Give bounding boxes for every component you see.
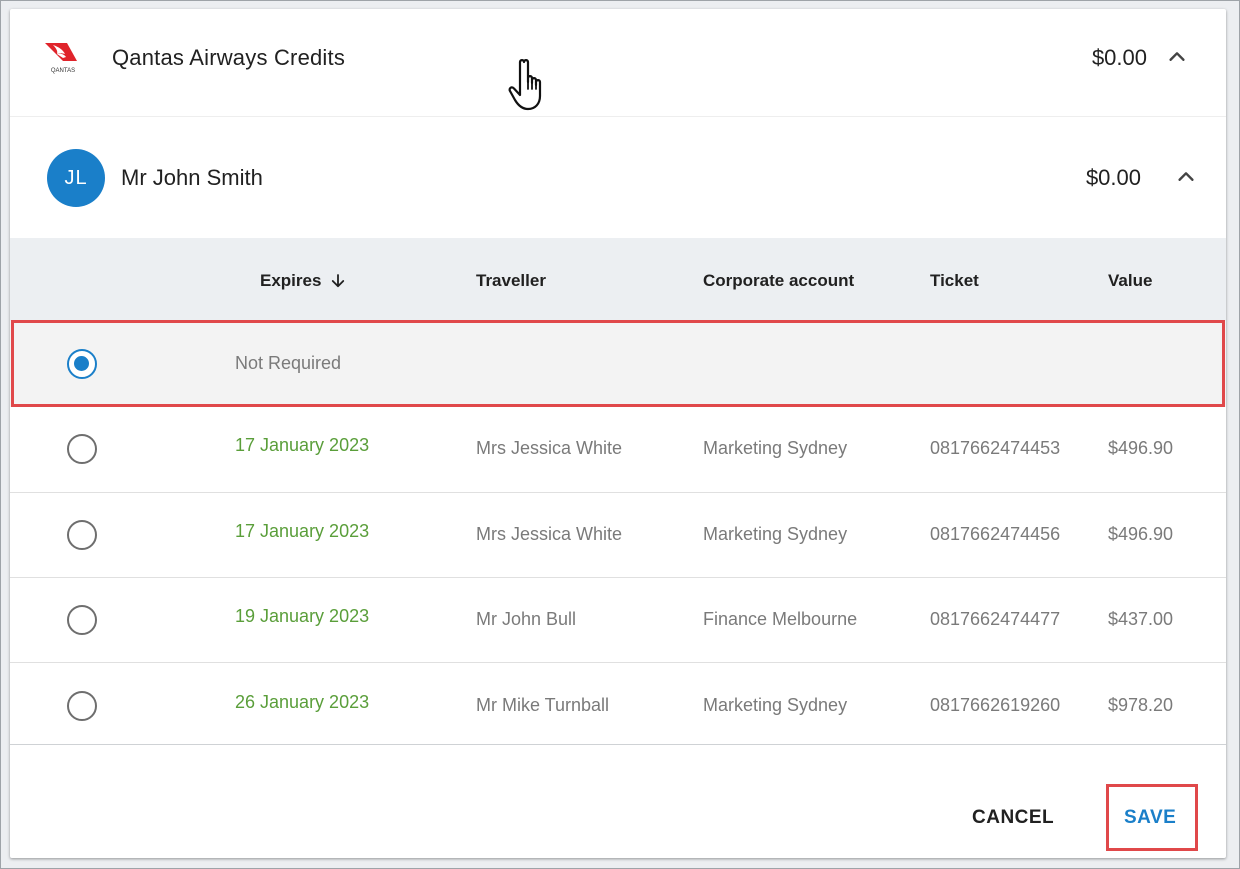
row-radio[interactable] xyxy=(67,691,97,721)
qantas-logo-icon: QANTAS xyxy=(43,41,83,75)
traveller-amount: $0.00 xyxy=(1085,165,1141,190)
save-button[interactable]: SAVE xyxy=(1124,807,1176,829)
cell-corporate-account: Marketing Sydney xyxy=(703,524,848,544)
traveller-header[interactable]: JL Mr John Smith $0.00 xyxy=(10,117,1226,238)
column-header-expires[interactable]: Expires xyxy=(260,271,347,291)
cell-ticket: 0817662474456 xyxy=(930,524,1061,544)
cell-expires: 26 January 2023 xyxy=(235,692,370,712)
avatar: JL xyxy=(47,149,105,207)
cancel-button[interactable]: CANCEL xyxy=(972,807,1054,829)
cell-corporate-account: Marketing Sydney xyxy=(703,438,848,458)
radio-not-required[interactable] xyxy=(67,349,97,379)
cell-ticket: 0817662474477 xyxy=(930,609,1061,629)
column-header-traveller: Traveller xyxy=(476,271,546,290)
cell-expires: 17 January 2023 xyxy=(235,521,370,541)
cell-expires: 19 January 2023 xyxy=(235,606,370,626)
table-row[interactable]: 17 January 2023 Mrs Jessica White Market… xyxy=(10,407,1226,493)
column-header-expires-label: Expires xyxy=(260,271,322,290)
cell-value: $496.90 xyxy=(1108,438,1174,458)
cell-value: $437.00 xyxy=(1108,609,1174,629)
column-header-value: Value xyxy=(1108,271,1153,290)
svg-text:QANTAS: QANTAS xyxy=(51,68,75,74)
table-row-not-required[interactable]: Not Required xyxy=(10,321,1226,407)
provider-title: Qantas Airways Credits xyxy=(112,45,346,70)
cell-traveller: Mrs Jessica White xyxy=(476,524,623,544)
table-row[interactable]: 19 January 2023 Mr John Bull Finance Mel… xyxy=(10,578,1226,663)
column-header-ticket: Ticket xyxy=(930,271,979,290)
row-radio[interactable] xyxy=(67,434,97,464)
cell-traveller: Mr John Bull xyxy=(476,609,577,629)
traveller-name: Mr John Smith xyxy=(121,165,263,190)
credits-card: QANTAS Qantas Airways Credits $0.00 JL M… xyxy=(10,9,1226,858)
provider-header[interactable]: QANTAS Qantas Airways Credits $0.00 xyxy=(10,9,1226,117)
cell-traveller: Mrs Jessica White xyxy=(476,438,623,458)
cell-expires: 17 January 2023 xyxy=(235,435,370,455)
not-required-label: Not Required xyxy=(235,353,342,373)
cell-ticket: 0817662474453 xyxy=(930,438,1061,458)
cell-traveller: Mr Mike Turnball xyxy=(476,695,610,715)
arrow-down-icon xyxy=(332,274,345,288)
column-header-corporate-account: Corporate account xyxy=(703,271,855,290)
table-header: Expires Traveller Corporate account Tick… xyxy=(10,238,1226,321)
dialog-footer: CANCEL SAVE xyxy=(10,744,1226,858)
row-radio[interactable] xyxy=(67,520,97,550)
cell-corporate-account: Finance Melbourne xyxy=(703,609,858,629)
table-row[interactable]: 17 January 2023 Mrs Jessica White Market… xyxy=(10,493,1226,578)
provider-amount: $0.00 xyxy=(1091,45,1147,70)
cell-value: $496.90 xyxy=(1108,524,1174,544)
chevron-up-icon[interactable] xyxy=(1175,166,1197,188)
chevron-up-icon[interactable] xyxy=(1166,46,1188,68)
cell-corporate-account: Marketing Sydney xyxy=(703,695,848,715)
row-radio[interactable] xyxy=(67,605,97,635)
cell-ticket: 0817662619260 xyxy=(930,695,1061,715)
cell-value: $978.20 xyxy=(1108,695,1174,715)
table-row[interactable]: 26 January 2023 Mr Mike Turnball Marketi… xyxy=(10,663,1226,744)
